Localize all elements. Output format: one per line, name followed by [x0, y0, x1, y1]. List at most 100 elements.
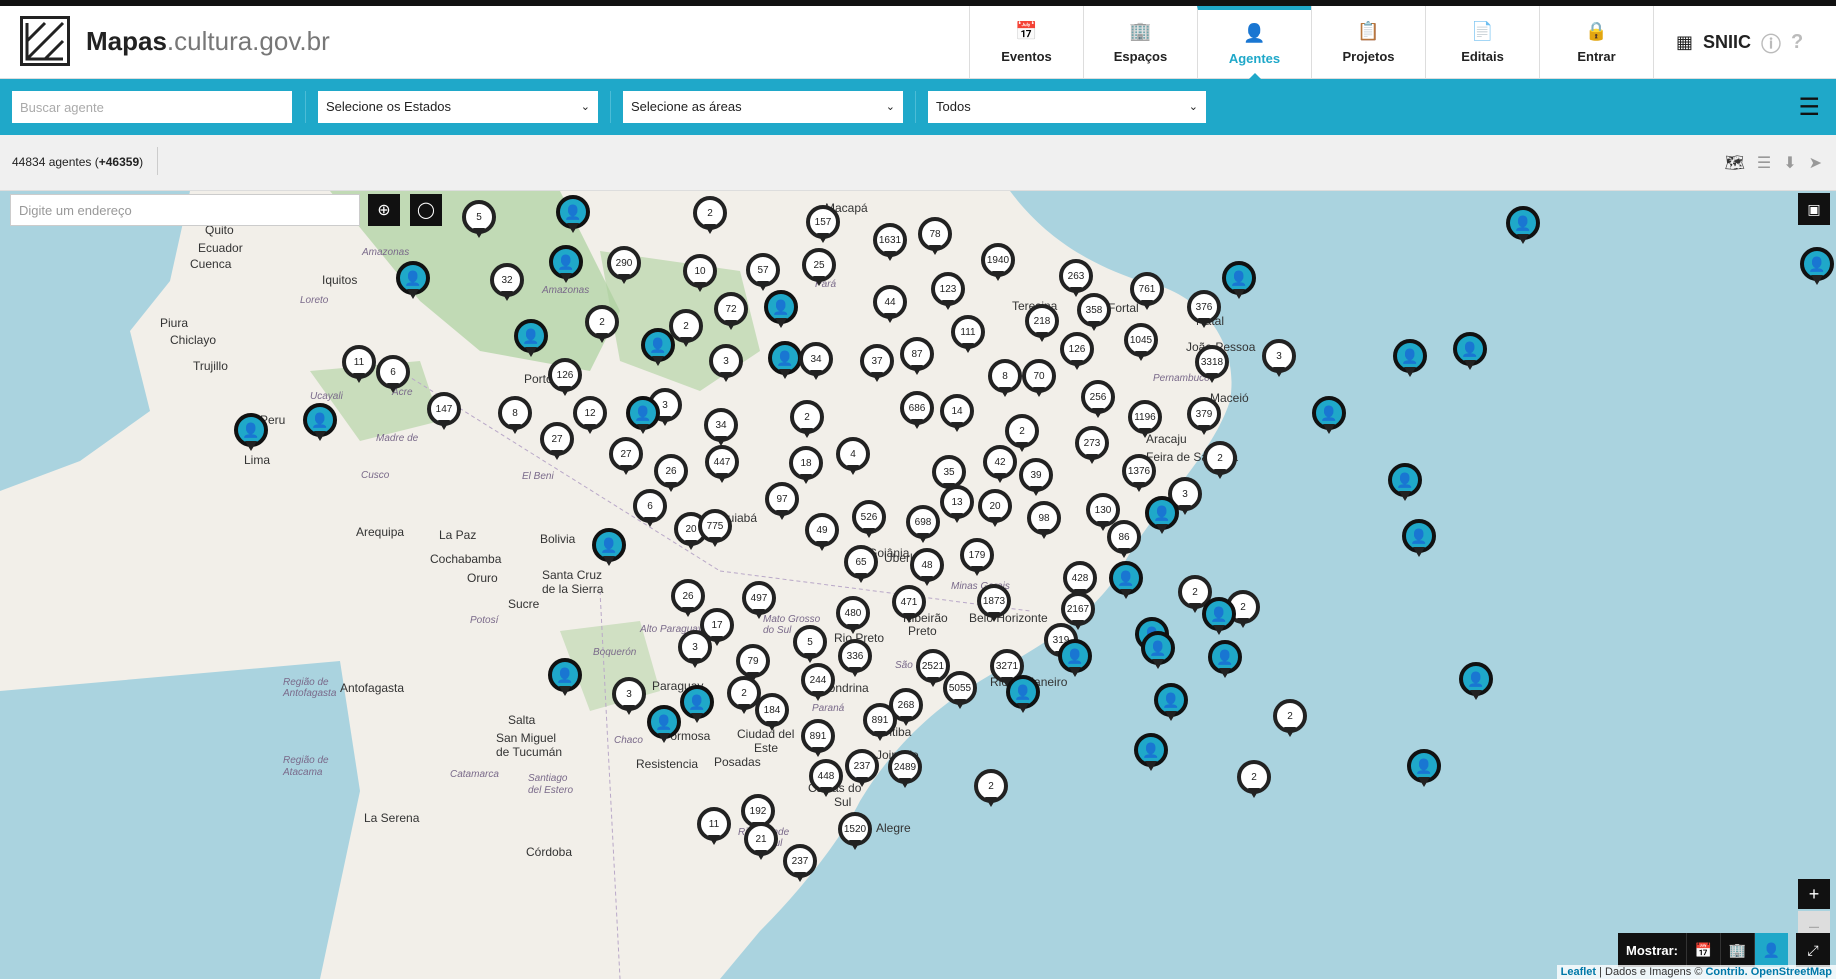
agent-marker[interactable]: 👤 [396, 261, 430, 303]
cluster-marker[interactable]: 218 [1025, 304, 1059, 346]
map-view-icon[interactable]: 🗺 [1725, 153, 1745, 173]
download-icon[interactable]: ⬇ [1783, 153, 1796, 173]
cluster-marker[interactable]: 497 [742, 581, 776, 623]
cluster-marker[interactable]: 126 [1060, 332, 1094, 374]
cluster-marker[interactable]: 5055 [943, 671, 977, 713]
agent-marker[interactable]: 👤 [1202, 597, 1236, 639]
locate-me-button[interactable]: ⊕ [368, 194, 400, 226]
cluster-marker[interactable]: 78 [918, 217, 952, 259]
cluster-marker[interactable]: 358 [1077, 293, 1111, 335]
cluster-marker[interactable]: 5 [793, 625, 827, 667]
cluster-marker[interactable]: 1631 [873, 223, 907, 265]
agent-marker[interactable]: 👤 [1058, 639, 1092, 681]
osm-link[interactable]: Contrib. OpenStreetMap [1705, 966, 1832, 978]
agent-marker[interactable]: 👤 [1407, 749, 1441, 791]
cluster-marker[interactable]: 2 [790, 400, 824, 442]
agent-marker[interactable]: 👤 [764, 290, 798, 332]
cluster-marker[interactable]: 1940 [981, 243, 1015, 285]
nav-espacos[interactable]: 🏢 Espaços [1083, 6, 1197, 79]
cluster-marker[interactable]: 2489 [888, 750, 922, 792]
cluster-marker[interactable]: 179 [960, 538, 994, 580]
agent-marker[interactable]: 👤 [1459, 662, 1493, 704]
cluster-marker[interactable]: 98 [1027, 501, 1061, 543]
cluster-marker[interactable]: 775 [698, 509, 732, 551]
agent-marker[interactable]: 👤 [641, 328, 675, 370]
cluster-marker[interactable]: 14 [940, 394, 974, 436]
cluster-marker[interactable]: 2 [693, 196, 727, 238]
cluster-marker[interactable]: 87 [900, 337, 934, 379]
list-view-icon[interactable]: ☰ [1757, 153, 1771, 173]
agent-marker[interactable]: 👤 [1312, 396, 1346, 438]
share-icon[interactable]: ➤ [1809, 153, 1822, 173]
cluster-marker[interactable]: 147 [427, 392, 461, 434]
cluster-marker[interactable]: 1196 [1128, 400, 1162, 442]
agent-marker[interactable]: 👤 [1506, 206, 1540, 248]
cluster-marker[interactable]: 3 [678, 630, 712, 672]
cluster-marker[interactable]: 2 [974, 769, 1008, 811]
agent-marker[interactable]: 👤 [1453, 332, 1487, 374]
expand-map-button[interactable]: ⤢ [1796, 933, 1830, 967]
cluster-marker[interactable]: 447 [705, 445, 739, 487]
cluster-marker[interactable]: 70 [1022, 359, 1056, 401]
cluster-marker[interactable]: 2 [1237, 760, 1271, 802]
agent-marker[interactable]: 👤 [768, 341, 802, 383]
cluster-marker[interactable]: 480 [836, 596, 870, 638]
cluster-marker[interactable]: 1873 [977, 584, 1011, 626]
agent-marker[interactable]: 👤 [1109, 561, 1143, 603]
agent-marker[interactable]: 👤 [592, 528, 626, 570]
agent-marker[interactable]: 👤 [514, 319, 548, 361]
agent-marker[interactable]: 👤 [1388, 463, 1422, 505]
address-search-input[interactable] [10, 194, 360, 226]
cluster-marker[interactable]: 111 [951, 315, 985, 357]
cluster-marker[interactable]: 698 [906, 505, 940, 547]
nav-entrar[interactable]: 🔒 Entrar [1539, 6, 1653, 79]
cluster-marker[interactable]: 27 [609, 437, 643, 479]
cluster-marker[interactable]: 8 [498, 396, 532, 438]
nav-agentes[interactable]: 👤 Agentes [1197, 6, 1311, 80]
cluster-marker[interactable]: 3 [709, 344, 743, 386]
agent-marker[interactable]: 👤 [680, 685, 714, 727]
cluster-marker[interactable]: 157 [806, 205, 840, 247]
cluster-marker[interactable]: 244 [801, 663, 835, 705]
cluster-marker[interactable]: 2 [585, 305, 619, 347]
cluster-marker[interactable]: 27 [540, 422, 574, 464]
cluster-marker[interactable]: 273 [1075, 426, 1109, 468]
agent-marker[interactable]: 👤 [548, 658, 582, 700]
cluster-marker[interactable]: 3 [612, 677, 646, 719]
cluster-marker[interactable]: 448 [809, 759, 843, 801]
cluster-marker[interactable]: 34 [799, 342, 833, 384]
nav-editais[interactable]: 📄 Editais [1425, 6, 1539, 79]
spaces-layer-button[interactable]: 🏢 [1720, 933, 1754, 967]
agent-marker[interactable]: 👤 [303, 403, 337, 445]
events-layer-button[interactable]: 📅 [1686, 933, 1720, 967]
agents-layer-button[interactable]: 👤 [1754, 933, 1788, 967]
cluster-marker[interactable]: 256 [1081, 380, 1115, 422]
cluster-marker[interactable]: 42 [983, 445, 1017, 487]
type-select[interactable]: Todos ⌄ [928, 91, 1206, 123]
nav-projetos[interactable]: 📋 Projetos [1311, 6, 1425, 79]
cluster-marker[interactable]: 123 [931, 272, 965, 314]
cluster-marker[interactable]: 3318 [1195, 345, 1229, 387]
cluster-marker[interactable]: 1045 [1124, 323, 1158, 365]
cluster-marker[interactable]: 86 [1107, 520, 1141, 562]
cluster-marker[interactable]: 65 [844, 545, 878, 587]
agent-marker[interactable]: 👤 [1800, 247, 1834, 289]
cluster-marker[interactable]: 48 [910, 548, 944, 590]
cluster-marker[interactable]: 891 [863, 703, 897, 745]
cluster-marker[interactable]: 97 [765, 482, 799, 524]
cluster-marker[interactable]: 72 [714, 292, 748, 334]
agent-marker[interactable]: 👤 [1141, 631, 1175, 673]
agent-marker[interactable]: 👤 [1402, 519, 1436, 561]
cluster-marker[interactable]: 376 [1187, 290, 1221, 332]
agent-marker[interactable]: 👤 [1154, 683, 1188, 725]
cluster-marker[interactable]: 126 [548, 358, 582, 400]
cluster-marker[interactable]: 336 [838, 639, 872, 681]
cluster-marker[interactable]: 10 [683, 254, 717, 296]
site-logo[interactable]: Mapas.cultura.gov.br [20, 16, 330, 66]
advanced-filters-icon[interactable]: ☰ [1798, 93, 1820, 122]
agent-marker[interactable]: 👤 [234, 413, 268, 455]
cluster-marker[interactable]: 34 [704, 408, 738, 450]
cluster-marker[interactable]: 6 [376, 355, 410, 397]
agent-marker[interactable]: 👤 [1006, 675, 1040, 717]
cluster-marker[interactable]: 32 [490, 263, 524, 305]
